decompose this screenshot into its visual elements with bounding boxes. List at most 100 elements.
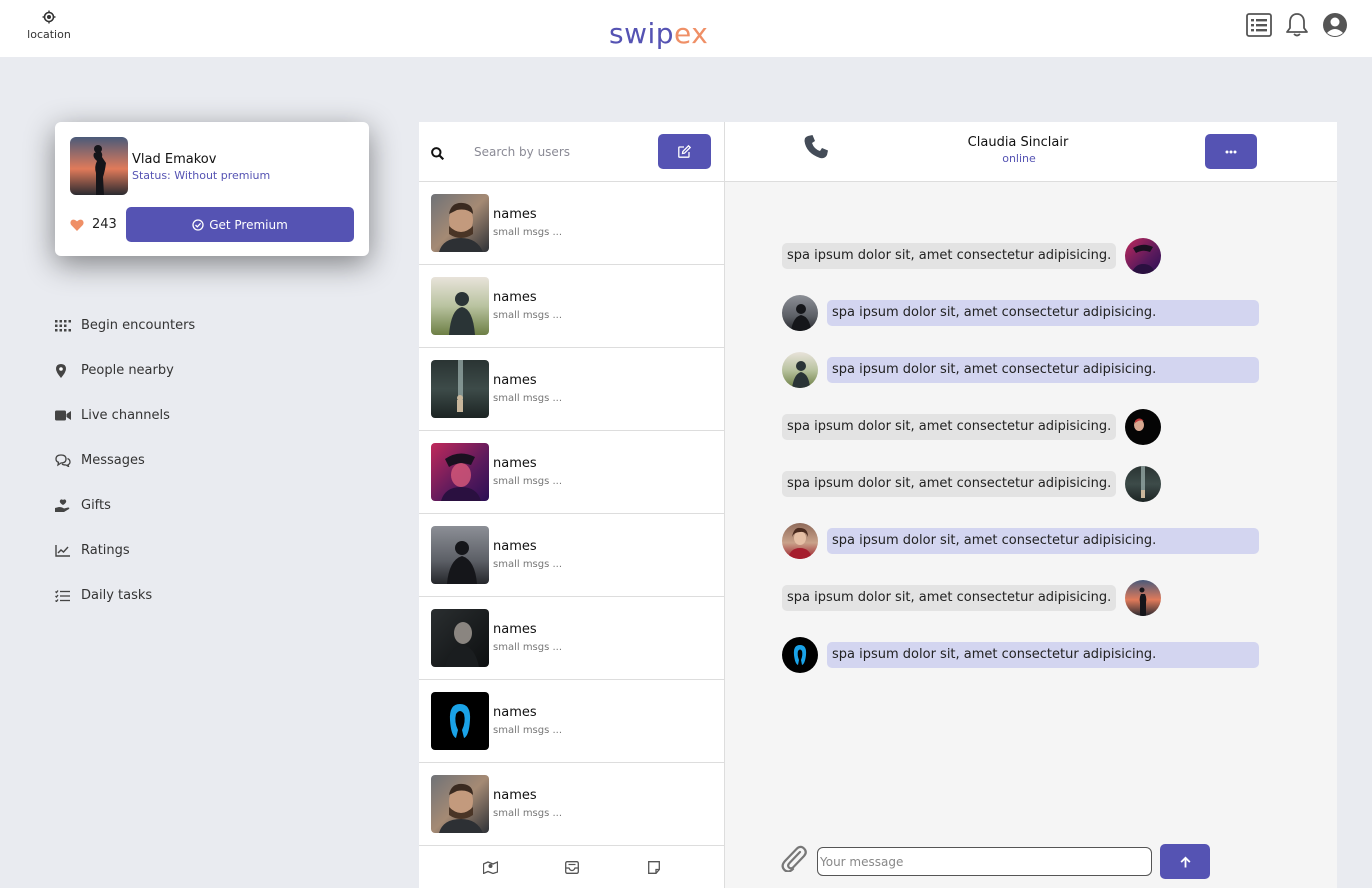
sidebar-item-gifts[interactable]: Gifts: [55, 483, 195, 528]
message-avatar: [782, 295, 818, 331]
conversation-item[interactable]: names small msgs ...: [419, 182, 724, 265]
location-target-icon: [42, 10, 56, 24]
conversation-avatar: [431, 775, 489, 833]
sidebar-item-daily-tasks[interactable]: Daily tasks: [55, 573, 195, 618]
message-incoming: spa ipsum dolor sit, amet consectetur ad…: [782, 409, 1260, 445]
conversation-list-footer: [419, 845, 725, 888]
top-bar: location swipex: [0, 0, 1372, 57]
conversation-name: names: [493, 207, 537, 222]
message-incoming: spa ipsum dolor sit, amet consectetur ad…: [782, 466, 1260, 502]
search-input[interactable]: [474, 142, 644, 162]
conversation-item[interactable]: names small msgs ...: [419, 514, 724, 597]
user-account-icon[interactable]: [1321, 11, 1348, 38]
list-view-icon[interactable]: [1245, 11, 1272, 38]
message-avatar: [1125, 466, 1161, 502]
send-button[interactable]: [1160, 844, 1210, 879]
message-avatar: [1125, 409, 1161, 445]
sidebar-item-label: Gifts: [81, 497, 111, 513]
sidebar-item-label: People nearby: [81, 362, 174, 378]
conversation-item[interactable]: names small msgs ...: [419, 265, 724, 348]
location-label: location: [27, 28, 71, 41]
logo-text-primary: swip: [609, 17, 675, 50]
get-premium-button[interactable]: Get Premium: [126, 207, 354, 242]
sidebar-item-label: Daily tasks: [81, 587, 153, 603]
profile-status: Status: Without premium: [132, 169, 271, 182]
search-icon[interactable]: [431, 145, 445, 164]
sidebar-item-people-nearby[interactable]: People nearby: [55, 348, 195, 393]
chat-panel: Claudia Sinclair online spa ipsum dolor …: [725, 122, 1337, 888]
chart-line-icon: [55, 544, 81, 557]
conversation-item[interactable]: names small msgs ...: [419, 597, 724, 680]
sidebar-nav: Begin encounters People nearby Live chan…: [55, 303, 195, 618]
conversation-item[interactable]: names small msgs ...: [419, 431, 724, 514]
sidebar-item-begin-encounters[interactable]: Begin encounters: [55, 303, 195, 348]
conversation-item[interactable]: names small msgs ...: [419, 348, 724, 431]
conversation-name: names: [493, 788, 537, 803]
message-bubble: spa ipsum dolor sit, amet consectetur ad…: [827, 357, 1259, 383]
likes-counter: 243: [70, 217, 117, 232]
conversation-name: names: [493, 456, 537, 471]
conversation-avatar: [431, 443, 489, 501]
message-avatar: [782, 637, 818, 673]
conversation-avatar: [431, 526, 489, 584]
conversation-preview: small msgs ...: [493, 310, 563, 321]
message-incoming: spa ipsum dolor sit, amet consectetur ad…: [782, 580, 1260, 616]
message-input[interactable]: [817, 847, 1152, 876]
sidebar-item-live-channels[interactable]: Live channels: [55, 393, 195, 438]
sidebar-item-label: Live channels: [81, 407, 170, 423]
message-avatar: [782, 352, 818, 388]
message-bubble: spa ipsum dolor sit, amet consectetur ad…: [827, 300, 1259, 326]
message-outgoing: spa ipsum dolor sit, amet consectetur ad…: [782, 352, 1260, 388]
message-bubble: spa ipsum dolor sit, amet consectetur ad…: [827, 642, 1259, 668]
conversation-name: names: [493, 705, 537, 720]
likes-count: 243: [92, 217, 117, 232]
message-outgoing: spa ipsum dolor sit, amet consectetur ad…: [782, 523, 1260, 559]
sidebar-item-messages[interactable]: Messages: [55, 438, 195, 483]
sidebar-item-label: Begin encounters: [81, 317, 196, 333]
conversation-name: names: [493, 622, 537, 637]
conversation-item[interactable]: names small msgs ...: [419, 763, 724, 846]
hand-gift-icon: [55, 498, 81, 513]
header-actions: [1245, 11, 1348, 38]
edit-icon: [678, 145, 691, 158]
chat-header: Claudia Sinclair online: [725, 122, 1337, 182]
conversation-avatar: [431, 609, 489, 667]
sidebar-item-ratings[interactable]: Ratings: [55, 528, 195, 573]
chat-bubbles-icon: [55, 454, 81, 467]
map-pin-icon: [55, 363, 81, 378]
message-avatar: [1125, 580, 1161, 616]
conversation-name: names: [493, 373, 537, 388]
profile-avatar[interactable]: [70, 137, 128, 195]
conversation-item[interactable]: names small msgs ...: [419, 680, 724, 763]
note-icon[interactable]: [646, 859, 662, 875]
heart-icon: [70, 219, 84, 231]
more-options-button[interactable]: [1205, 134, 1257, 169]
location-button[interactable]: location: [24, 10, 74, 41]
message-bubble: spa ipsum dolor sit, amet consectetur ad…: [782, 585, 1117, 611]
message-bubble: spa ipsum dolor sit, amet consectetur ad…: [782, 414, 1117, 440]
message-bubble: spa ipsum dolor sit, amet consectetur ad…: [782, 243, 1117, 269]
check-circle-icon: [192, 218, 204, 231]
profile-card: Vlad Emakov Status: Without premium 243 …: [55, 122, 369, 256]
get-premium-label: Get Premium: [209, 217, 288, 232]
conversation-preview: small msgs ...: [493, 227, 563, 238]
profile-name: Vlad Emakov: [132, 152, 217, 167]
conversation-preview: small msgs ...: [493, 725, 563, 736]
message-outgoing: spa ipsum dolor sit, amet consectetur ad…: [782, 637, 1260, 673]
search-bar: [419, 122, 724, 182]
ellipsis-icon: [1225, 150, 1237, 153]
conversation-name: names: [493, 290, 537, 305]
message-composer: [725, 844, 1337, 888]
message-incoming: spa ipsum dolor sit, amet consectetur ad…: [782, 238, 1260, 274]
map-icon[interactable]: [482, 859, 498, 875]
arrow-up-icon: [1180, 856, 1190, 867]
paperclip-icon[interactable]: [781, 844, 807, 876]
logo-text-secondary: ex: [674, 17, 709, 50]
conversation-name: names: [493, 539, 537, 554]
notification-bell-icon[interactable]: [1283, 11, 1310, 38]
conversation-avatar: [431, 360, 489, 418]
conversation-list-panel: names small msgs ... names small msgs ..…: [419, 122, 725, 888]
app-logo[interactable]: swipex: [609, 17, 708, 50]
inbox-icon[interactable]: [564, 859, 580, 875]
compose-message-button[interactable]: [658, 134, 711, 169]
